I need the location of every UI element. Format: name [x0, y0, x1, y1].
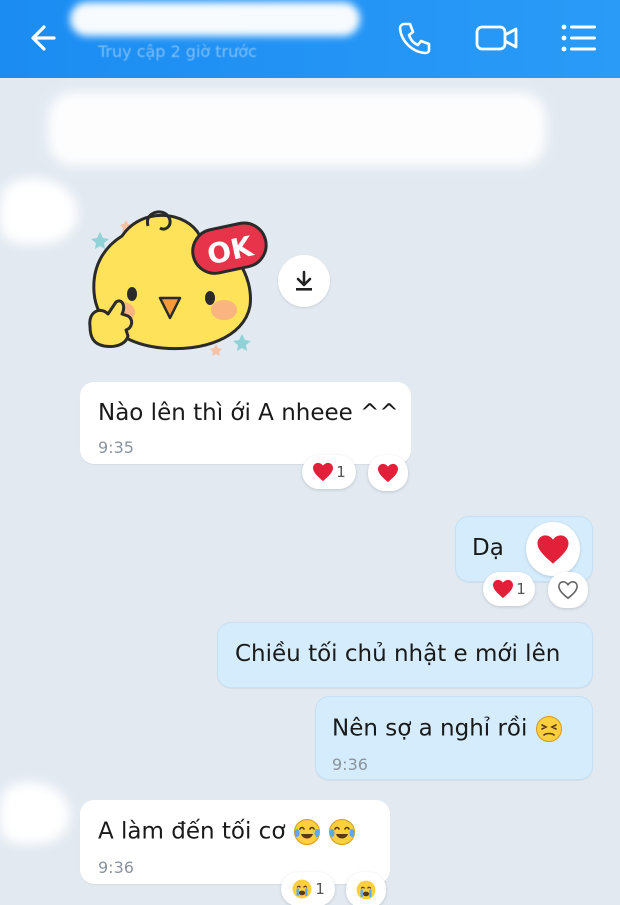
outgoing-message[interactable]: Chiều tối chủ nhật e mới lên [217, 622, 593, 688]
reaction-count-badge[interactable]: 1 [281, 872, 335, 905]
message-text: Nên sợ a nghỉ rồi [332, 715, 563, 743]
message-time: 9:36 [332, 755, 368, 774]
heart-icon [313, 462, 334, 482]
message-text: A làm đến tối cơ [98, 818, 356, 846]
heart-icon [493, 579, 514, 599]
contact-name-redacted[interactable] [70, 2, 360, 36]
tears-of-joy-emoji-icon [329, 819, 356, 845]
persevering-face-emoji-icon [535, 716, 562, 742]
back-arrow-icon[interactable] [24, 18, 68, 58]
incoming-message[interactable]: Nào lên thì ới A nheee ^^ 9:35 [80, 382, 411, 464]
message-text: Dạ [472, 535, 504, 561]
message-time: 9:35 [98, 438, 134, 457]
outgoing-message[interactable]: Nên sợ a nghỉ rồi 9:36 [315, 696, 593, 780]
message-text-content: A làm đến tối cơ [98, 818, 286, 845]
heart-icon [378, 463, 398, 483]
video-call-icon[interactable] [474, 18, 518, 58]
redacted-message [48, 92, 546, 166]
heart-icon [537, 534, 569, 564]
reaction-count-badge[interactable]: 1 [302, 455, 356, 489]
react-button[interactable] [346, 872, 386, 905]
reaction-count: 1 [516, 580, 526, 598]
reaction-count: 1 [336, 463, 346, 481]
chat-header: Truy cập 2 giờ trước [0, 0, 620, 78]
message-text-content: Nên sợ a nghỉ rồi [332, 715, 528, 742]
menu-list-icon[interactable] [558, 18, 598, 58]
heart-outline-icon [558, 580, 578, 600]
react-button[interactable] [548, 572, 588, 608]
phone-icon[interactable] [394, 18, 434, 58]
react-button[interactable] [368, 455, 408, 491]
incoming-message[interactable]: A làm đến tối cơ 9:36 [80, 800, 390, 884]
last-seen-status: Truy cập 2 giờ trước [98, 42, 257, 61]
tears-of-joy-emoji-icon [293, 819, 320, 845]
redacted-avatar [0, 782, 70, 844]
message-text: Chiều tối chủ nhật e mới lên [235, 641, 561, 667]
message-text: Nào lên thì ới A nheee ^^ [98, 400, 399, 426]
crying-face-icon [292, 879, 312, 899]
redacted-avatar [0, 178, 78, 244]
ok-chick-sticker[interactable]: OK [82, 206, 272, 366]
reaction-count: 1 [315, 880, 325, 898]
download-button[interactable] [278, 255, 330, 307]
crying-face-icon [356, 880, 376, 900]
message-time: 9:36 [98, 858, 134, 877]
reaction-count-badge[interactable]: 1 [483, 572, 535, 606]
reaction-heart-large [526, 522, 580, 576]
